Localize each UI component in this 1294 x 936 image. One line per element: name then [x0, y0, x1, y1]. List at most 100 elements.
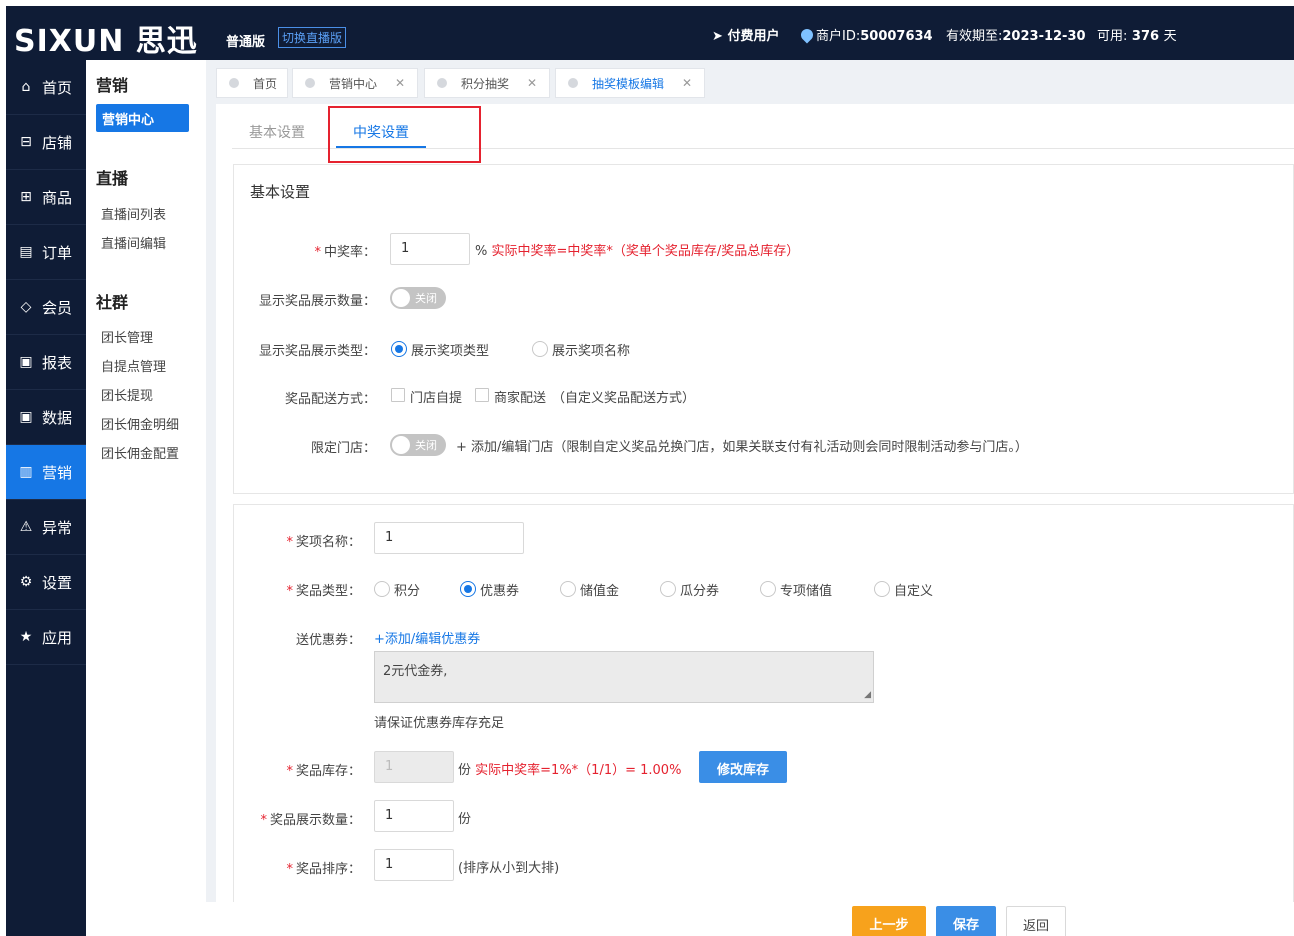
top-bar: SIXUN 思迅 普通版 切换直播版 ➤ 付费用户 商户ID:50007634 …	[6, 6, 1294, 60]
radio-label: 积分	[394, 584, 421, 599]
coupon-stock-warning: 请保证优惠券库存充足	[374, 716, 505, 731]
radio-type-special-stored[interactable]	[760, 581, 776, 597]
merchant-id: 50007634	[860, 29, 933, 44]
sidebar-item-label: 营销	[42, 463, 73, 482]
checkbox-label: 门店自提	[410, 391, 463, 406]
switch-live-button[interactable]: 切换直播版	[278, 27, 347, 48]
subnav-item-live-list[interactable]: 直播间列表	[101, 204, 166, 223]
close-icon[interactable]: ✕	[527, 76, 537, 90]
radio-type-coupon[interactable]	[460, 581, 476, 597]
display-qty-unit: 份	[458, 812, 472, 827]
radio-show-prize-name[interactable]	[532, 341, 548, 357]
sidebar-item-marketing[interactable]: ▥ 营销	[6, 445, 86, 500]
checkbox-label: 商家配送	[494, 391, 547, 406]
radio-show-prize-type[interactable]	[391, 341, 407, 357]
tab-lottery-template-edit[interactable]: 抽奖模板编辑 ✕	[555, 68, 705, 98]
card-title: 基本设置	[250, 183, 311, 201]
subnav-item-commission-config[interactable]: 团长佣金配置	[101, 443, 179, 462]
brand-logo: SIXUN 思迅	[14, 24, 198, 59]
subtab-basic-settings[interactable]: 基本设置	[249, 122, 305, 142]
sidebar-item-label: 报表	[42, 353, 73, 372]
sidebar-item-goods[interactable]: ⊞ 商品	[6, 170, 86, 225]
resize-handle-icon[interactable]: ◢	[864, 690, 871, 700]
sidebar-item-orders[interactable]: ▤ 订单	[6, 225, 86, 280]
sidebar-item-reports[interactable]: ▣ 报表	[6, 335, 86, 390]
days-unit: 天	[1163, 29, 1177, 44]
coupon-textarea[interactable]: 2元代金券, ◢	[374, 651, 874, 703]
prize-name-input[interactable]: 1	[374, 522, 524, 554]
sidebar-item-apps[interactable]: ★ 应用	[6, 610, 86, 665]
checkbox-merchant-delivery[interactable]	[475, 388, 489, 402]
sidebar-item-label: 店铺	[42, 133, 73, 152]
sort-label: * 奖品排序：	[286, 862, 361, 877]
close-icon[interactable]: ✕	[682, 76, 692, 90]
sidebar-item-label: 会员	[42, 298, 73, 317]
radio-type-custom[interactable]	[874, 581, 890, 597]
display-qty-label: * 奖品展示数量：	[260, 813, 361, 828]
coupon-label: 送优惠券：	[295, 633, 361, 648]
radio-label: 自定义	[894, 584, 934, 599]
bar-chart-icon: ▥	[19, 464, 33, 480]
sidebar-item-data[interactable]: ▣ 数据	[6, 390, 86, 445]
footer-bar: 上一步 保存 返回	[206, 902, 1294, 936]
prize-type-label: * 奖品类型：	[286, 584, 361, 599]
expiry-label: 有效期至:	[946, 29, 1003, 44]
subnav-item-leader-manage[interactable]: 团长管理	[101, 327, 153, 346]
limit-store-toggle[interactable]: 关闭	[390, 434, 446, 456]
subnav-item-leader-withdraw[interactable]: 团长提现	[101, 385, 153, 404]
tab-dot-icon	[229, 78, 239, 88]
expiry-info: 有效期至:2023-12-30	[946, 25, 1086, 44]
gift-icon: ⊞	[20, 189, 32, 205]
store-icon: ⊟	[20, 134, 32, 150]
add-edit-store-link[interactable]: + 添加/编辑门店（限制自定义奖品兑换门店，如果关联支付有礼活动则会同时限制活动…	[456, 436, 1028, 455]
radio-type-points[interactable]	[374, 581, 390, 597]
sidebar-item-store[interactable]: ⊟ 店铺	[6, 115, 86, 170]
add-edit-coupon-link[interactable]: +添加/编辑优惠券	[374, 628, 480, 647]
checkbox-store-pickup[interactable]	[391, 388, 405, 402]
gear-icon: ⚙	[19, 574, 33, 590]
win-rate-input[interactable]: 1	[390, 233, 470, 265]
warning-icon: ⚠	[19, 519, 33, 535]
display-qty-input[interactable]: 1	[374, 800, 454, 832]
show-qty-toggle[interactable]: 关闭	[390, 287, 446, 309]
main-sidebar: ⌂ 首页 ⊟ 店铺 ⊞ 商品 ▤ 订单 ◇ 会员 ▣ 报表 ▣ 数据 ▥ 营销 ⚠ 异常 ⚙ 设置 …	[6, 60, 86, 936]
previous-step-button[interactable]: 上一步	[852, 906, 926, 936]
sub-sidebar: 营销 营销中心 直播 直播间列表 直播间编辑 社群 团长管理 自提点管理 团长提…	[86, 60, 206, 936]
tab-label: 抽奖模板编辑	[592, 76, 665, 91]
sidebar-item-home[interactable]: ⌂ 首页	[6, 60, 86, 115]
back-button[interactable]: 返回	[1006, 906, 1066, 936]
tab-dot-icon	[568, 78, 578, 88]
save-button[interactable]: 保存	[936, 906, 996, 936]
subnav-item-marketing-center[interactable]: 营销中心	[96, 104, 189, 132]
radio-type-split-coupon[interactable]	[660, 581, 676, 597]
tab-points-lottery[interactable]: 积分抽奖 ✕	[424, 68, 550, 98]
delivery-label: 奖品配送方式：	[284, 392, 376, 407]
radio-type-stored-value[interactable]	[560, 581, 576, 597]
sidebar-item-label: 设置	[42, 573, 73, 592]
show-type-label: 显示奖品展示类型：	[258, 344, 376, 359]
subnav-item-live-edit[interactable]: 直播间编辑	[101, 233, 166, 252]
main-content: 首页 营销中心 ✕ 积分抽奖 ✕ 抽奖模板编辑 ✕ 基本设置 中奖设置 基本设置 * 中…	[206, 60, 1294, 936]
tab-marketing-center[interactable]: 营销中心 ✕	[292, 68, 418, 98]
tab-home[interactable]: 首页	[216, 68, 288, 98]
subnav-item-commission-detail[interactable]: 团长佣金明细	[101, 414, 179, 433]
sidebar-item-label: 商品	[42, 188, 73, 207]
tab-dot-icon	[437, 78, 447, 88]
toggle-knob	[392, 436, 410, 454]
toggle-label: 关闭	[415, 292, 437, 305]
app-root: SIXUN 思迅 普通版 切换直播版 ➤ 付费用户 商户ID:50007634 …	[0, 0, 1294, 936]
tab-label: 积分抽奖	[461, 76, 510, 91]
order-icon: ▤	[19, 244, 33, 260]
close-icon[interactable]: ✕	[395, 76, 405, 90]
available-days: 376	[1131, 29, 1160, 44]
sidebar-item-settings[interactable]: ⚙ 设置	[6, 555, 86, 610]
sidebar-item-members[interactable]: ◇ 会员	[6, 280, 86, 335]
sort-input[interactable]: 1	[374, 849, 454, 881]
subnav-item-pickup-points[interactable]: 自提点管理	[101, 356, 166, 375]
modify-stock-button[interactable]: 修改库存	[699, 751, 787, 783]
prize-stock-input[interactable]: 1	[374, 751, 454, 783]
merchant-label: 商户ID:	[816, 29, 861, 44]
sidebar-item-exceptions[interactable]: ⚠ 异常	[6, 500, 86, 555]
sidebar-item-label: 应用	[42, 628, 73, 647]
radio-label: 储值金	[580, 584, 620, 599]
